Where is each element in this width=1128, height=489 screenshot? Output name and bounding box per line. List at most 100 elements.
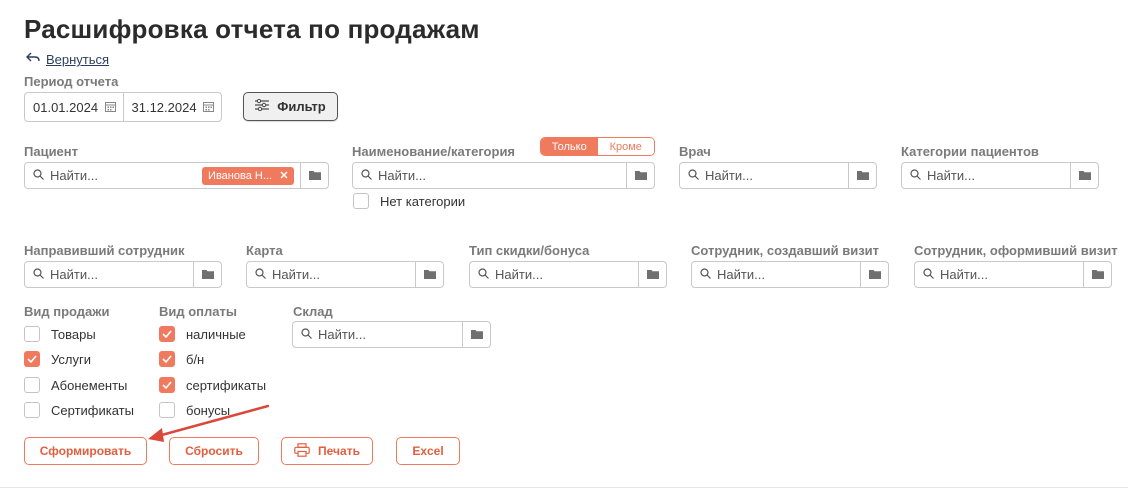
category-search-placeholder[interactable]: Найти... bbox=[378, 168, 426, 183]
checkbox-label: наличные bbox=[186, 326, 246, 342]
back-link[interactable]: Вернуться bbox=[26, 52, 109, 67]
discount-type-search[interactable]: Найти... bbox=[469, 261, 667, 288]
visit-creator-placeholder[interactable]: Найти... bbox=[717, 267, 765, 282]
folder-icon bbox=[1078, 167, 1091, 185]
folder-button[interactable] bbox=[462, 322, 490, 347]
date-from-field[interactable]: 01.01.2024 bbox=[25, 93, 123, 121]
filter-button[interactable]: Фильтр bbox=[243, 92, 338, 121]
checkbox-box[interactable] bbox=[353, 193, 369, 209]
category-mode-toggle[interactable]: Только Кроме bbox=[540, 137, 655, 156]
visit-issuer-search[interactable]: Найти... bbox=[914, 261, 1112, 288]
period-range: 01.01.2024 31.12.2024 bbox=[24, 92, 222, 122]
checkbox-label: Товары bbox=[51, 326, 96, 342]
excel-button[interactable]: Excel bbox=[396, 437, 460, 465]
search-icon bbox=[255, 267, 266, 282]
discount-type-placeholder[interactable]: Найти... bbox=[495, 267, 543, 282]
checkbox-box[interactable] bbox=[24, 402, 40, 418]
doctor-search-placeholder[interactable]: Найти... bbox=[705, 168, 753, 183]
search-icon bbox=[33, 267, 44, 282]
payment-cashless-checkbox[interactable]: б/н bbox=[159, 351, 204, 367]
checkbox-label: сертификаты bbox=[186, 377, 267, 393]
sale-type-label: Вид продажи bbox=[24, 304, 110, 319]
checkbox-box[interactable] bbox=[159, 351, 175, 367]
doctor-label: Врач bbox=[679, 144, 711, 159]
print-button[interactable]: Печать bbox=[281, 437, 373, 465]
date-from-value: 01.01.2024 bbox=[33, 99, 99, 115]
checkbox-box[interactable] bbox=[159, 326, 175, 342]
toggle-except[interactable]: Кроме bbox=[597, 138, 654, 155]
search-icon bbox=[478, 267, 489, 282]
folder-button[interactable] bbox=[193, 262, 221, 287]
payment-cash-checkbox[interactable]: наличные bbox=[159, 326, 246, 342]
folder-button[interactable] bbox=[1083, 262, 1111, 287]
close-icon[interactable] bbox=[280, 170, 288, 182]
folder-icon bbox=[634, 167, 647, 185]
visit-creator-label: Сотрудник, создавший визит bbox=[691, 243, 880, 258]
folder-button[interactable] bbox=[638, 262, 666, 287]
folder-button[interactable] bbox=[300, 163, 328, 188]
back-link-label[interactable]: Вернуться bbox=[46, 52, 109, 67]
patient-search-placeholder[interactable]: Найти... bbox=[50, 168, 98, 183]
folder-icon bbox=[423, 266, 436, 284]
visit-issuer-placeholder[interactable]: Найти... bbox=[940, 267, 988, 282]
referrer-placeholder[interactable]: Найти... bbox=[50, 267, 98, 282]
referrer-label: Направивший сотрудник bbox=[24, 243, 185, 258]
back-arrow-icon bbox=[26, 52, 40, 67]
sale-type-certificates-checkbox[interactable]: Сертификаты bbox=[24, 402, 134, 418]
payment-certificates-checkbox[interactable]: сертификаты bbox=[159, 377, 266, 393]
patient-label: Пациент bbox=[24, 144, 79, 159]
checkbox-box[interactable] bbox=[24, 326, 40, 342]
warehouse-search[interactable]: Найти... bbox=[292, 321, 491, 348]
folder-icon bbox=[201, 266, 214, 284]
patient-search[interactable]: Найти... Иванова Н... bbox=[24, 162, 329, 189]
warehouse-placeholder[interactable]: Найти... bbox=[318, 327, 366, 342]
sale-type-goods-checkbox[interactable]: Товары bbox=[24, 326, 96, 342]
date-to-value: 31.12.2024 bbox=[131, 99, 197, 115]
bottom-divider bbox=[0, 487, 1128, 488]
search-icon bbox=[33, 168, 44, 183]
folder-button[interactable] bbox=[860, 262, 888, 287]
folder-button[interactable] bbox=[848, 163, 876, 188]
folder-button[interactable] bbox=[1070, 163, 1098, 188]
print-button-label: Печать bbox=[318, 444, 360, 458]
card-search[interactable]: Найти... bbox=[246, 261, 444, 288]
patient-categories-search[interactable]: Найти... bbox=[901, 162, 1099, 189]
date-to-field[interactable]: 31.12.2024 bbox=[122, 93, 222, 121]
card-label: Карта bbox=[246, 243, 283, 258]
search-icon bbox=[700, 267, 711, 282]
annotation-arrow bbox=[148, 404, 270, 442]
sale-type-subscriptions-checkbox[interactable]: Абонементы bbox=[24, 377, 127, 393]
folder-icon bbox=[470, 326, 483, 344]
patient-chip-label: Иванова Н... bbox=[208, 169, 272, 182]
calendar-icon[interactable] bbox=[203, 100, 214, 115]
warehouse-label: Склад bbox=[293, 304, 333, 319]
no-category-label: Нет категории bbox=[380, 193, 466, 209]
visit-issuer-label: Сотрудник, оформивший визит bbox=[914, 243, 1118, 258]
doctor-search[interactable]: Найти... bbox=[679, 162, 877, 189]
checkbox-box[interactable] bbox=[24, 377, 40, 393]
no-category-checkbox[interactable]: Нет категории bbox=[353, 193, 465, 209]
visit-creator-search[interactable]: Найти... bbox=[691, 261, 889, 288]
checkbox-label: Услуги bbox=[51, 351, 91, 367]
check-icon bbox=[162, 330, 172, 338]
payment-type-label: Вид оплаты bbox=[159, 304, 237, 319]
card-placeholder[interactable]: Найти... bbox=[272, 267, 320, 282]
patient-categories-placeholder[interactable]: Найти... bbox=[927, 168, 975, 183]
check-icon bbox=[27, 355, 37, 363]
search-icon bbox=[910, 168, 921, 183]
search-icon bbox=[923, 267, 934, 282]
referrer-search[interactable]: Найти... bbox=[24, 261, 222, 288]
folder-button[interactable] bbox=[415, 262, 443, 287]
category-search[interactable]: Найти... bbox=[352, 162, 655, 189]
sale-type-services-checkbox[interactable]: Услуги bbox=[24, 351, 91, 367]
calendar-icon[interactable] bbox=[104, 100, 116, 115]
patient-chip: Иванова Н... bbox=[202, 166, 294, 185]
generate-button[interactable]: Сформировать bbox=[24, 437, 147, 465]
patient-categories-label: Категории пациентов bbox=[901, 144, 1039, 159]
folder-icon bbox=[868, 266, 881, 284]
checkbox-box[interactable] bbox=[24, 351, 40, 367]
folder-button[interactable] bbox=[626, 163, 654, 188]
checkbox-box[interactable] bbox=[159, 377, 175, 393]
filter-button-label: Фильтр bbox=[277, 99, 326, 114]
toggle-only[interactable]: Только bbox=[541, 138, 598, 155]
